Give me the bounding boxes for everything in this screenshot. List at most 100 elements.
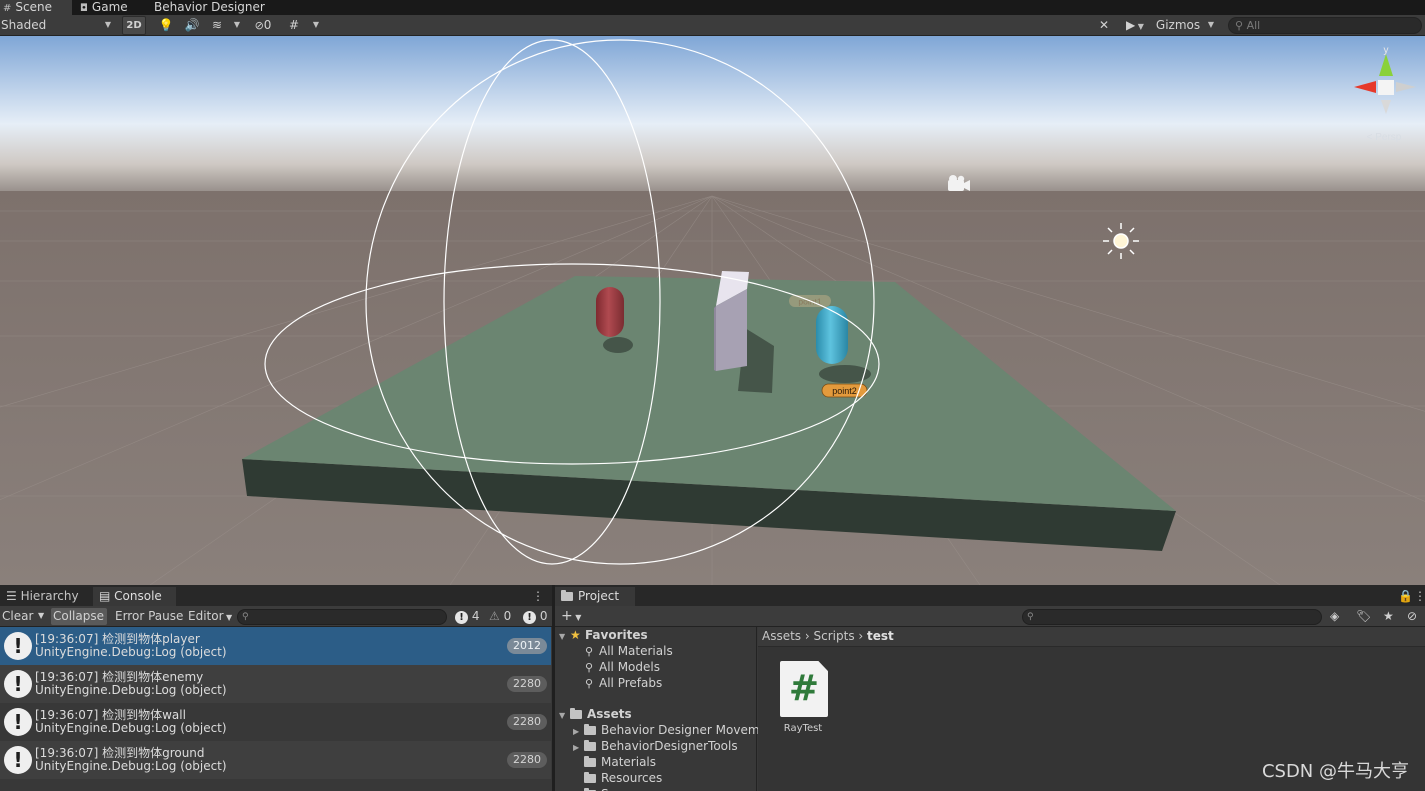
clear-dropdown-icon[interactable]: ▼ bbox=[36, 608, 46, 625]
chevron-down-icon: ▼ bbox=[1135, 22, 1144, 31]
2d-toggle-button[interactable]: 2D bbox=[122, 16, 146, 35]
search-icon: ⚲ bbox=[585, 645, 594, 658]
console-panel-tabs: ☰ Hierarchy ▤ Console ⋮ bbox=[0, 585, 552, 606]
create-asset-button[interactable]: + ▼ bbox=[559, 608, 583, 625]
tab-scene[interactable]: # Scene bbox=[0, 0, 72, 15]
effects-dropdown-icon[interactable]: ▼ bbox=[231, 16, 243, 35]
star-icon: ★ bbox=[570, 628, 585, 642]
unity-editor: # Scene ◘ Game Behavior Designer Shaded ▼ … bbox=[0, 0, 1425, 791]
scene-search-input[interactable]: ⚲ All bbox=[1228, 17, 1422, 34]
search-by-label-icon[interactable]: 🏷 bbox=[1354, 608, 1373, 625]
hidden-packages-icon[interactable]: ⊘ bbox=[1405, 608, 1419, 625]
draw-mode-dropdown[interactable]: Shaded ▼ bbox=[0, 16, 115, 35]
breadcrumb-item[interactable]: Scripts bbox=[814, 629, 855, 643]
tab-hierarchy[interactable]: ☰ Hierarchy bbox=[0, 587, 85, 606]
collapse-count-badge: 2280 bbox=[507, 752, 547, 768]
camera-settings-icon[interactable]: ▶ ▼ bbox=[1119, 16, 1151, 35]
info-icon: ! bbox=[455, 611, 468, 624]
warning-icon: ⚠ bbox=[489, 609, 500, 623]
favorite-item[interactable]: ⚲ All Models bbox=[585, 660, 660, 674]
search-icon: ⚲ bbox=[242, 612, 249, 622]
folder-icon bbox=[584, 724, 596, 735]
project-panel-tabs: Project 🔒 ⋮ bbox=[555, 585, 1425, 606]
info-icon: ! bbox=[4, 670, 32, 698]
tab-console[interactable]: ▤ Console bbox=[93, 587, 176, 606]
folder-icon bbox=[584, 756, 596, 767]
search-by-type-icon[interactable]: ◈ bbox=[1328, 608, 1341, 625]
folder-item[interactable]: Materials bbox=[584, 755, 656, 769]
search-icon: ⚲ bbox=[1027, 612, 1034, 622]
tab-behavior-designer[interactable]: Behavior Designer bbox=[154, 0, 274, 15]
tools-icon[interactable]: ✕ bbox=[1094, 16, 1114, 35]
gizmos-button[interactable]: Gizmos bbox=[1154, 16, 1202, 35]
warning-filter-toggle[interactable]: ⚠ 0 bbox=[487, 608, 513, 625]
folder-icon bbox=[584, 740, 596, 751]
tab-project[interactable]: Project bbox=[555, 587, 635, 606]
breadcrumb-item[interactable]: test bbox=[867, 629, 894, 643]
folder-icon bbox=[584, 772, 596, 783]
assets-node[interactable]: ▼ Assets bbox=[559, 707, 632, 721]
grid-snap-icon[interactable]: # bbox=[284, 16, 304, 35]
panel-menu-icon[interactable]: ⋮ bbox=[1414, 587, 1425, 606]
console-entry[interactable]: ! [19:36:07] 检测到物体wall UnityEngine.Debug… bbox=[0, 703, 551, 741]
hidden-objects-toggle[interactable]: ⊘0 bbox=[248, 16, 278, 35]
folder-item[interactable]: ▶ Behavior Designer Moveme bbox=[573, 723, 767, 737]
error-icon: ! bbox=[523, 611, 536, 624]
gizmos-dropdown-icon[interactable]: ▼ bbox=[1204, 16, 1218, 35]
console-entry[interactable]: ! [19:36:07] 检测到物体ground UnityEngine.Deb… bbox=[0, 741, 551, 779]
effects-layers-icon[interactable]: ≋ bbox=[207, 16, 227, 35]
scene-toolbar: Shaded ▼ 2D 💡 🔊 ≋ ▼ ⊘0 # ▼ ✕ ▶ ▼ Gizmos … bbox=[0, 15, 1425, 36]
csharp-script-icon: # bbox=[780, 661, 828, 717]
enemy-capsule bbox=[596, 287, 624, 337]
console-icon: ▤ bbox=[99, 589, 115, 603]
search-icon: ⚲ bbox=[585, 661, 594, 674]
console-entry[interactable]: ! [19:36:07] 检测到物体player UnityEngine.Deb… bbox=[0, 627, 551, 665]
scene-viewport[interactable]: point1 point2 y < Persp bbox=[0, 36, 1425, 585]
error-filter-toggle[interactable]: ! 0 bbox=[521, 608, 549, 625]
collapse-count-badge: 2280 bbox=[507, 676, 547, 692]
lighting-toggle-icon[interactable]: 💡 bbox=[156, 16, 176, 35]
sun-light-icon[interactable] bbox=[1103, 223, 1139, 259]
lock-icon[interactable]: 🔒 bbox=[1398, 587, 1413, 606]
svg-text:point2: point2 bbox=[832, 386, 857, 396]
search-icon: ⚲ bbox=[1235, 19, 1247, 32]
expand-arrow-icon: ▶ bbox=[573, 743, 580, 752]
enemy-shadow bbox=[603, 337, 633, 353]
panel-menu-icon[interactable]: ⋮ bbox=[530, 587, 546, 606]
tab-game[interactable]: ◘ Game bbox=[80, 0, 150, 15]
favorite-star-icon[interactable]: ★ bbox=[1381, 608, 1396, 625]
log-filter-toggle[interactable]: ! 4 bbox=[453, 608, 481, 625]
favorite-item[interactable]: ⚲ All Materials bbox=[585, 644, 673, 658]
eye-slash-icon: ⊘ bbox=[254, 19, 264, 32]
breadcrumb: Assets › Scripts › test bbox=[758, 627, 1425, 647]
grid-icon: # bbox=[3, 3, 12, 14]
project-search-input[interactable]: ⚲ bbox=[1022, 609, 1322, 625]
breadcrumb-item[interactable]: Assets bbox=[762, 629, 801, 643]
info-icon: ! bbox=[4, 708, 32, 736]
project-tree: ▼ ★ Favorites ⚲ All Materials ⚲ All Models … bbox=[555, 627, 767, 791]
project-toolbar: + ▼ ⚲ ◈ 🏷 ★ ⊘ bbox=[555, 606, 1425, 627]
gamepad-icon: ◘ bbox=[80, 3, 88, 14]
expand-arrow-icon: ▼ bbox=[559, 632, 566, 641]
clear-button[interactable]: Clear bbox=[0, 608, 35, 625]
collapse-count-badge: 2280 bbox=[507, 714, 547, 730]
expand-arrow-icon: ▼ bbox=[559, 711, 566, 720]
folder-item[interactable]: ▶S bbox=[573, 787, 609, 791]
asset-file[interactable]: # RayTest bbox=[774, 661, 832, 739]
grid-dropdown-icon[interactable]: ▼ bbox=[309, 16, 323, 35]
list-icon: ☰ bbox=[6, 589, 21, 603]
folder-item[interactable]: Resources bbox=[584, 771, 662, 785]
console-search-input[interactable]: ⚲ bbox=[237, 609, 447, 625]
error-pause-toggle[interactable]: Error Pause bbox=[113, 608, 185, 625]
editor-dropdown[interactable]: Editor ▼ bbox=[186, 608, 234, 625]
audio-toggle-icon[interactable]: 🔊 bbox=[182, 16, 202, 35]
favorites-node[interactable]: ▼ ★ Favorites bbox=[559, 628, 648, 642]
info-icon: ! bbox=[4, 632, 32, 660]
svg-text:< Persp: < Persp bbox=[1367, 132, 1402, 143]
favorite-item[interactable]: ⚲ All Prefabs bbox=[585, 676, 662, 690]
console-entry[interactable]: ! [19:36:07] 检测到物体enemy UnityEngine.Debu… bbox=[0, 665, 551, 703]
folder-item[interactable]: ▶ BehaviorDesignerTools bbox=[573, 739, 738, 753]
folder-icon bbox=[561, 590, 573, 601]
collapse-toggle[interactable]: Collapse bbox=[51, 608, 107, 625]
sky bbox=[0, 36, 1425, 196]
